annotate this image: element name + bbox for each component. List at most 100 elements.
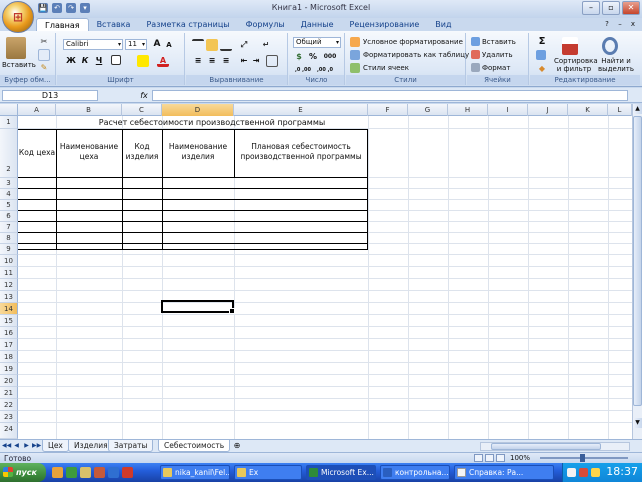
tab-page-layout[interactable]: Разметка страницы	[138, 18, 237, 31]
column-header-e[interactable]: E	[234, 104, 368, 116]
tab-insert[interactable]: Вставка	[89, 18, 139, 31]
delete-cells-button[interactable]: Удалить	[482, 51, 513, 59]
sort-filter-icon[interactable]	[562, 37, 578, 55]
cut-icon[interactable]: ✂	[38, 36, 50, 48]
row-header[interactable]: 3	[0, 178, 18, 189]
row-header[interactable]: 7	[0, 222, 18, 233]
quicklaunch-word-icon[interactable]	[108, 467, 119, 478]
minimize-button[interactable]: –	[582, 1, 600, 15]
autosum-icon[interactable]: Σ	[536, 36, 548, 48]
insert-function-icon[interactable]: fx	[138, 90, 150, 101]
column-header-d[interactable]: D	[162, 104, 234, 116]
normal-view-button[interactable]	[474, 454, 483, 462]
find-select-button[interactable]: Найти и выделить	[596, 57, 636, 73]
row-header[interactable]: 17	[0, 339, 18, 351]
zoom-slider-knob[interactable]	[580, 454, 585, 462]
shrink-font-icon[interactable]: A	[163, 39, 175, 51]
conditional-format-button[interactable]: Условное форматирование	[363, 38, 463, 46]
borders-icon[interactable]	[111, 55, 121, 65]
row-header[interactable]: 10	[0, 255, 18, 267]
copy-icon[interactable]	[38, 49, 50, 61]
align-left-icon[interactable]: ≡	[192, 55, 204, 67]
active-cell[interactable]	[161, 300, 235, 314]
find-select-icon[interactable]	[602, 37, 618, 55]
row-header-selected[interactable]: 14	[0, 303, 18, 315]
quicklaunch-folder-icon[interactable]	[80, 467, 91, 478]
column-header-a[interactable]: A	[18, 104, 56, 116]
row-header[interactable]: 16	[0, 327, 18, 339]
fill-color-icon[interactable]	[137, 55, 149, 67]
italic-button[interactable]: К	[79, 55, 91, 67]
format-as-table-button[interactable]: Форматировать как таблицу	[363, 51, 469, 59]
insert-sheet-icon[interactable]: ⊕	[230, 440, 244, 452]
currency-format-icon[interactable]: $	[293, 51, 305, 63]
zoom-level[interactable]: 100%	[510, 454, 530, 462]
orientation-icon[interactable]: ⤢	[238, 39, 250, 51]
font-color-icon[interactable]: A	[157, 55, 169, 67]
select-all-corner[interactable]	[0, 104, 18, 116]
column-header-k[interactable]: K	[568, 104, 608, 116]
format-cells-button[interactable]: Формат	[482, 64, 510, 72]
sheet-tab-cost-price[interactable]: Себестоимость	[158, 440, 231, 452]
quicklaunch-app-icon[interactable]	[94, 467, 105, 478]
worksheet-grid[interactable]: A B C D E F G H I J K L 1 2 3 4 5 6 7 8 …	[0, 104, 632, 439]
column-header-j[interactable]: J	[528, 104, 568, 116]
row-header[interactable]: 21	[0, 387, 18, 399]
column-header-i[interactable]: I	[488, 104, 528, 116]
row-header[interactable]: 8	[0, 233, 18, 244]
decrease-indent-icon[interactable]: ⇤	[238, 55, 250, 67]
paste-icon[interactable]	[6, 37, 26, 59]
align-center-icon[interactable]: ≡	[206, 55, 218, 67]
align-middle-icon[interactable]	[206, 39, 218, 51]
align-bottom-icon[interactable]	[220, 39, 232, 51]
tab-view[interactable]: Вид	[427, 18, 459, 31]
row-header[interactable]: 13	[0, 291, 18, 303]
zoom-slider[interactable]	[540, 454, 628, 462]
horizontal-scrollbar[interactable]	[480, 442, 630, 451]
row-header[interactable]: 2	[0, 129, 18, 178]
tab-home[interactable]: Главная	[36, 18, 89, 31]
network-icon[interactable]	[567, 468, 576, 477]
column-header-l[interactable]: L	[608, 104, 632, 116]
workbook-minimize-button[interactable]: –	[615, 19, 625, 29]
tab-data[interactable]: Данные	[293, 18, 342, 31]
last-sheet-icon[interactable]: ▶▶	[32, 441, 41, 451]
font-name-select[interactable]: Calibri ▾	[63, 39, 123, 50]
taskbar-button-word[interactable]: контрольна...	[380, 465, 450, 480]
percent-format-icon[interactable]: %	[307, 51, 319, 63]
page-break-view-button[interactable]	[496, 454, 505, 462]
column-header-g[interactable]: G	[408, 104, 448, 116]
taskbar-button-help[interactable]: Справка: Ра...	[454, 465, 554, 480]
sort-filter-button[interactable]: Сортировка и фильтр	[554, 57, 598, 73]
scroll-up-icon[interactable]: ▲	[633, 104, 642, 114]
row-header[interactable]: 1	[0, 116, 18, 129]
clear-icon[interactable]: ◆	[536, 63, 548, 75]
taskbar-button-folder[interactable]: nika_kanil\Fel...	[160, 465, 230, 480]
sheet-tab-items[interactable]: Изделия	[68, 440, 114, 452]
font-size-select[interactable]: 11 ▾	[125, 39, 147, 50]
quicklaunch-media-icon[interactable]	[66, 467, 77, 478]
row-header[interactable]: 19	[0, 363, 18, 375]
formula-input[interactable]	[152, 90, 628, 101]
bold-button[interactable]: Ж	[65, 55, 77, 67]
column-header-f[interactable]: F	[368, 104, 408, 116]
page-layout-view-button[interactable]	[485, 454, 494, 462]
maximize-button[interactable]: ▫	[602, 1, 620, 15]
increase-indent-icon[interactable]: ⇥	[250, 55, 262, 67]
row-header[interactable]: 22	[0, 399, 18, 411]
row-header[interactable]: 4	[0, 189, 18, 200]
row-header[interactable]: 12	[0, 279, 18, 291]
thousands-separator-icon[interactable]: 000	[321, 51, 339, 63]
merge-center-icon[interactable]	[266, 55, 278, 67]
row-header[interactable]: 6	[0, 211, 18, 222]
taskbar-button-excel[interactable]: Microsoft Ex...	[306, 465, 376, 480]
quicklaunch-browser-icon[interactable]	[52, 467, 63, 478]
grow-font-icon[interactable]: A	[151, 38, 163, 50]
next-sheet-icon[interactable]: ▶	[22, 441, 31, 451]
align-right-icon[interactable]: ≡	[220, 55, 232, 67]
row-header[interactable]: 18	[0, 351, 18, 363]
wrap-text-icon[interactable]: ↵	[260, 39, 272, 51]
tab-formulas[interactable]: Формулы	[238, 18, 293, 31]
scroll-down-icon[interactable]: ▼	[633, 418, 642, 428]
align-top-icon[interactable]	[192, 39, 204, 51]
